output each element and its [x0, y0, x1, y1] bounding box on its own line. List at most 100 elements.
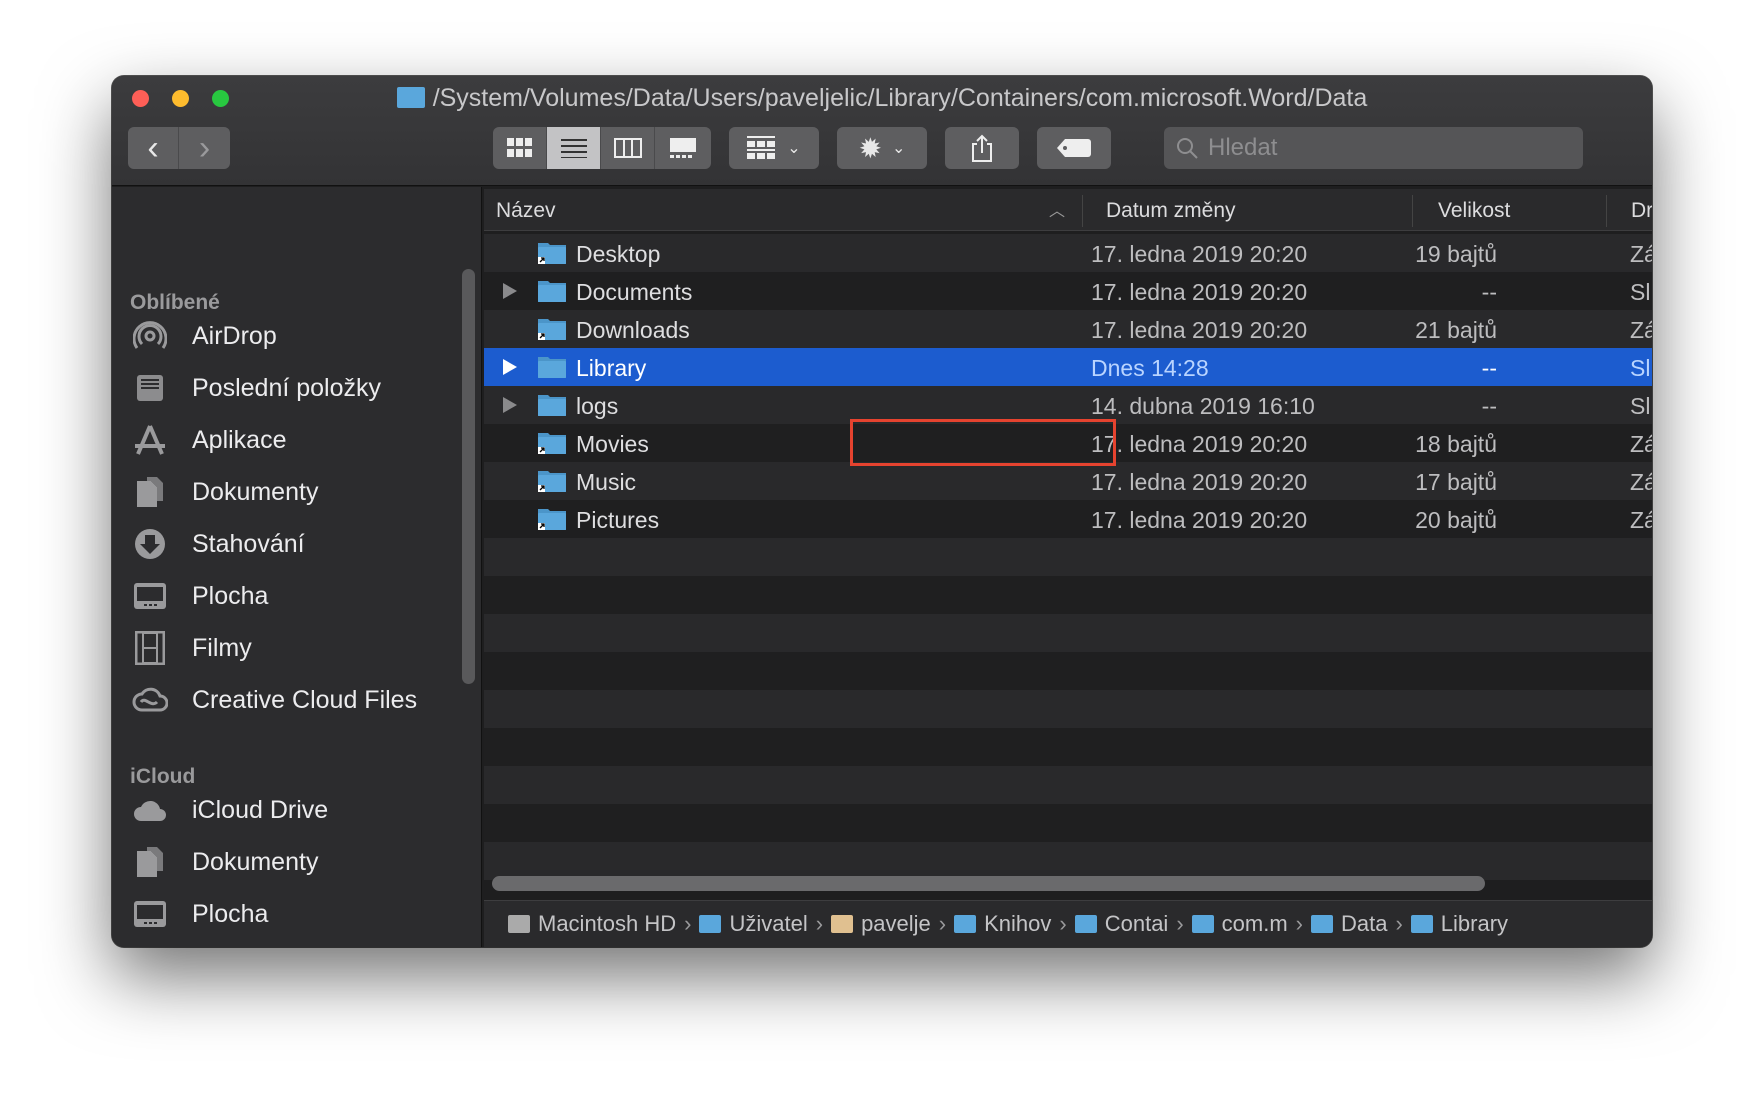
- list-view-button[interactable]: [547, 127, 601, 169]
- path-item[interactable]: Library: [1410, 911, 1508, 937]
- disclosure-triangle[interactable]: [503, 397, 517, 413]
- gear-icon: ✹: [858, 132, 883, 164]
- sidebar-item-filmy[interactable]: Filmy: [132, 628, 252, 668]
- action-menu-button[interactable]: ✹ ⌄: [837, 127, 927, 169]
- column-size[interactable]: Velikost: [1438, 199, 1510, 223]
- sidebar-item-label: Plocha: [192, 581, 269, 610]
- file-size: 20 bajtů: [1415, 507, 1497, 533]
- path-item[interactable]: pavelje ›: [831, 911, 946, 937]
- group-by-button[interactable]: ⌄: [729, 127, 819, 169]
- sidebar-item-airdrop[interactable]: AirDrop: [132, 316, 277, 356]
- column-kind[interactable]: Dr: [1631, 199, 1652, 223]
- file-kind: Zá: [1630, 431, 1652, 457]
- sidebar-item-stahování[interactable]: Stahování: [132, 524, 305, 564]
- folder-icon: [1410, 915, 1433, 933]
- path-item-label: pavelje: [861, 911, 931, 936]
- share-icon: [972, 134, 992, 162]
- path-item[interactable]: Uživatel ›: [699, 911, 823, 937]
- chevron-right-icon: ›: [1176, 911, 1184, 936]
- file-row[interactable]: Downloads 17. ledna 2019 20:20 21 bajtů Zá: [484, 310, 1652, 348]
- sidebar-item-label: iCloud Drive: [192, 795, 329, 824]
- file-row[interactable]: Music 17. ledna 2019 20:20 17 bajtů Zá: [484, 462, 1652, 500]
- empty-row: [484, 690, 1652, 728]
- sidebar-item-aplikace[interactable]: Aplikace: [132, 420, 287, 460]
- sidebar-item-icloud-drive[interactable]: iCloud Drive: [132, 790, 328, 830]
- sidebar-item-plocha[interactable]: Plocha: [132, 894, 268, 934]
- path-item-label: com.m: [1221, 911, 1288, 936]
- forward-button[interactable]: ›: [179, 127, 230, 169]
- finder-window: /System/Volumes/Data/Users/paveljelic/Li…: [112, 76, 1652, 947]
- file-date: Dnes 14:28: [1091, 355, 1209, 381]
- chevron-right-icon: ›: [1295, 911, 1303, 936]
- path-item[interactable]: Knihov ›: [954, 911, 1067, 937]
- file-kind: Zá: [1630, 241, 1652, 267]
- sidebar-item-label: Poslední položky: [192, 373, 382, 402]
- share-button[interactable]: [945, 127, 1019, 169]
- path-item-label: Contai: [1104, 911, 1169, 936]
- file-date: 14. dubna 2019 16:10: [1091, 393, 1315, 419]
- column-date[interactable]: Datum změny: [1106, 199, 1236, 223]
- empty-row: [484, 842, 1652, 880]
- path-item-label: Uživatel: [729, 911, 808, 936]
- empty-row: [484, 804, 1652, 842]
- sidebar-item-label: Creative Cloud Files: [192, 685, 418, 714]
- path-item[interactable]: Contai ›: [1074, 911, 1184, 937]
- column-divider[interactable]: [1606, 195, 1607, 227]
- file-size: --: [1481, 279, 1497, 305]
- documents-icon: [132, 474, 168, 510]
- sidebar-item-label: Dokumenty: [192, 477, 319, 506]
- gallery-view-button[interactable]: [655, 127, 711, 169]
- file-date: 17. ledna 2019 20:20: [1091, 279, 1308, 305]
- empty-row: [484, 766, 1652, 804]
- sidebar-item-creative-cloud-files[interactable]: Creative Cloud Files: [132, 680, 417, 720]
- columns-icon: [613, 138, 642, 158]
- file-size: --: [1481, 393, 1497, 419]
- file-row[interactable]: Desktop 17. ledna 2019 20:20 19 bajtů Zá: [484, 234, 1652, 272]
- file-row[interactable]: Documents 17. ledna 2019 20:20 -- Sl: [484, 272, 1652, 310]
- path-item[interactable]: com.m ›: [1191, 911, 1303, 937]
- folder-icon: [538, 281, 566, 302]
- sidebar-section-title: iCloud: [130, 765, 196, 788]
- file-kind: Sl: [1630, 279, 1651, 305]
- file-size: 18 bajtů: [1415, 431, 1497, 457]
- toolbar: /System/Volumes/Data/Users/paveljelic/Li…: [112, 76, 1652, 186]
- horizontal-scrollbar[interactable]: [492, 876, 1485, 891]
- empty-row: [484, 652, 1652, 690]
- disclosure-triangle[interactable]: [503, 359, 517, 375]
- sidebar-item-plocha[interactable]: Plocha: [132, 576, 268, 616]
- file-date: 17. ledna 2019 20:20: [1091, 507, 1308, 533]
- column-header: Název ︿ Datum změny Velikost Dr: [484, 189, 1652, 231]
- icloud-icon: [132, 792, 168, 828]
- recents-icon: [132, 370, 168, 406]
- disclosure-triangle[interactable]: [503, 283, 517, 299]
- sort-ascending-icon: ︿: [1049, 203, 1066, 220]
- file-kind: Zá: [1630, 507, 1652, 533]
- tags-button[interactable]: [1037, 127, 1111, 169]
- folder-icon: [538, 471, 566, 492]
- folder-icon: [538, 243, 566, 264]
- sidebar-item-dokumenty[interactable]: Dokumenty: [132, 472, 318, 512]
- sidebar-item-poslední-položky[interactable]: Poslední položky: [132, 368, 381, 408]
- search-placeholder: Hledat: [1208, 134, 1278, 161]
- path-item[interactable]: Macintosh HD ›: [508, 911, 691, 937]
- column-divider[interactable]: [1082, 195, 1083, 227]
- file-row[interactable]: Library Dnes 14:28 -- Sl: [484, 348, 1652, 386]
- folder-icon: [699, 915, 722, 933]
- column-view-button[interactable]: [601, 127, 655, 169]
- column-divider[interactable]: [1412, 195, 1413, 227]
- view-switcher: [493, 127, 711, 169]
- sidebar-item-dokumenty[interactable]: Dokumenty: [132, 842, 318, 882]
- column-name[interactable]: Název: [496, 199, 556, 223]
- back-button[interactable]: ‹: [128, 127, 179, 169]
- path-item[interactable]: Data ›: [1310, 911, 1403, 937]
- search-icon: [1177, 138, 1198, 159]
- search-input[interactable]: Hledat: [1164, 127, 1583, 169]
- sidebar-item-label: Filmy: [192, 633, 252, 662]
- creative-cloud-icon: [132, 682, 168, 718]
- file-row[interactable]: Pictures 17. ledna 2019 20:20 20 bajtů Zá: [484, 500, 1652, 538]
- file-kind: Sl: [1630, 355, 1651, 381]
- file-date: 17. ledna 2019 20:20: [1091, 431, 1308, 457]
- sidebar-scrollbar[interactable]: [462, 269, 475, 684]
- sidebar-item-label: AirDrop: [192, 321, 277, 350]
- icon-view-button[interactable]: [493, 127, 547, 169]
